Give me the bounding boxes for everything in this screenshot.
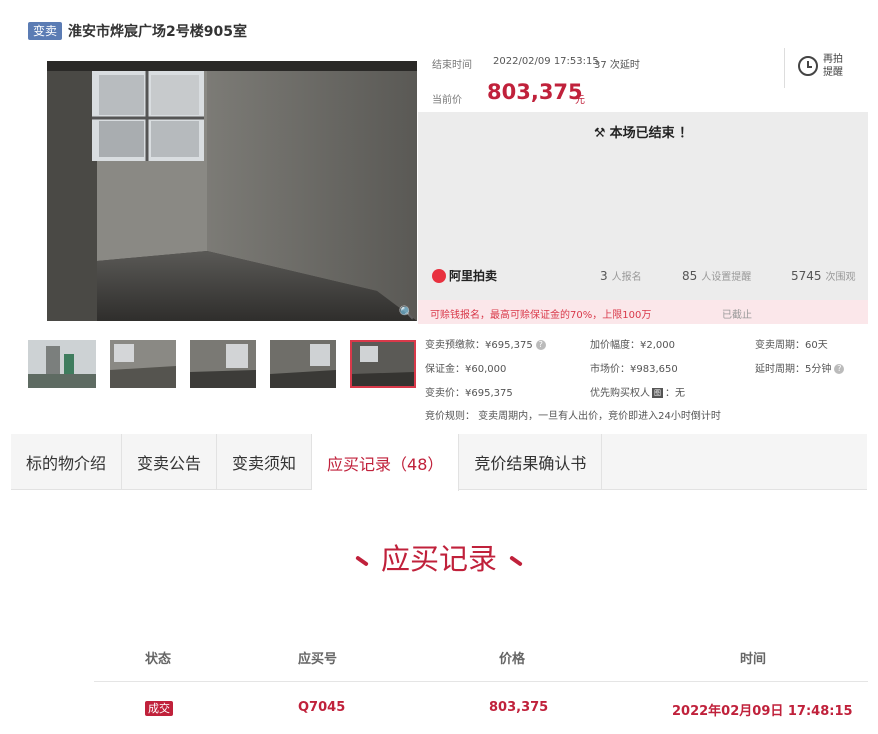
reminder-count-label: 人设置提醒 <box>701 272 752 283</box>
ali-auction-logo: 阿里拍卖 <box>432 267 497 284</box>
pledge-text[interactable]: 可赊钱报名，最高可赊保证金的70%，上限100万 <box>430 306 651 321</box>
tab-item-intro[interactable]: 标的物介绍 <box>11 434 123 490</box>
thumbnail-strip <box>28 340 416 388</box>
thumbnail-2[interactable] <box>110 340 176 388</box>
delay-period: 延时周期：5分钟? <box>755 360 845 375</box>
records-title: 应买记录 <box>380 542 497 576</box>
gavel-icon: ⚒ <box>593 126 606 141</box>
deposit: 保证金：¥60,000 <box>425 364 507 375</box>
pledge-banner: 可赊钱报名，最高可赊保证金的70%，上限100万 已截止 <box>418 300 868 324</box>
priority-buyer-label: 优先购买权人 <box>590 388 650 399</box>
detail-tabs: 标的物介绍 变卖公告 变卖须知 应买记录（48） 竞价结果确认书 <box>11 434 867 491</box>
auction-ended-text: ⚒ 本场已结束 ！ <box>418 122 868 141</box>
remind-label: 再拍提醒 <box>823 54 843 78</box>
bid-increment: 加价幅度：¥2,000 <box>590 340 675 351</box>
thumbnail-1[interactable] <box>28 340 96 388</box>
end-time-label: 结束时间 <box>432 60 472 71</box>
delay-period-text: 延时周期：5分钟 <box>755 364 832 375</box>
ali-logo-icon <box>432 268 446 283</box>
main-photo[interactable] <box>47 61 417 321</box>
record-time: 2022年02月09日 17:48:15 <box>672 704 853 719</box>
market-price: 市场价：¥983,650 <box>590 364 678 375</box>
stats-row: 阿里拍卖 3 人报名 85 人设置提醒 5745 次围观 <box>418 248 868 300</box>
priority-buyer: 优先购买权人图：无 <box>590 384 685 399</box>
current-price-label: 当前价 <box>432 95 462 106</box>
ali-logo-text: 阿里拍卖 <box>449 269 498 283</box>
prepay-amount-text: 变卖预缴款：¥695,375 <box>425 340 533 351</box>
table-divider <box>94 681 868 682</box>
current-price: 803,375 <box>487 80 583 104</box>
decoration-left <box>355 555 369 567</box>
page-title: 淮安市烨宸广场2号楼905室 <box>68 24 247 40</box>
view-count: 5745 次围观 <box>791 268 856 283</box>
header-number: 应买号 <box>298 652 338 667</box>
tab-bid-records[interactable]: 应买记录（48） <box>312 434 460 491</box>
view-count-label: 次围观 <box>825 272 856 283</box>
thumbnail-5[interactable] <box>350 340 416 388</box>
delay-count-value: 37 <box>594 60 607 71</box>
header-time: 时间 <box>740 652 767 667</box>
auction-status-box: ⚒ 本场已结束 ！ <box>418 112 868 248</box>
prepay-amount: 变卖预缴款：¥695,375? <box>425 336 546 351</box>
alarm-clock-icon <box>798 56 818 76</box>
thumbnail-3[interactable] <box>190 340 256 388</box>
decoration-right <box>509 555 523 567</box>
priority-buyer-value: ：无 <box>665 388 685 399</box>
sale-type-tag: 变卖 <box>28 22 63 40</box>
signup-count-value: 3 <box>600 269 608 283</box>
record-price: 803,375 <box>489 700 549 715</box>
auction-page: 变卖 淮安市烨宸广场2号楼905室 🔍 结束时间 2022/02/09 17:5… <box>0 0 878 734</box>
remind-button[interactable]: 再拍提醒 <box>798 53 847 79</box>
thumbnail-4[interactable] <box>270 340 336 388</box>
title-bar: 变卖 淮安市烨宸广场2号楼905室 <box>28 20 247 42</box>
help-icon[interactable]: ? <box>535 340 546 350</box>
reminder-count: 85 人设置提醒 <box>682 268 751 283</box>
header-price: 价格 <box>499 652 526 667</box>
help-icon[interactable]: ? <box>834 364 845 374</box>
delay-count-label: 次延时 <box>609 60 640 71</box>
end-time-value: 2022/02/09 17:53:15 <box>493 56 599 67</box>
signup-count: 3 人报名 <box>600 268 642 283</box>
reminder-count-value: 85 <box>682 269 698 283</box>
bidding-rules: 竞价规则： 变卖周期内，一旦有人出价，竞价即进入24小时倒计时 <box>425 411 721 422</box>
pledge-status: 已截止 <box>722 310 752 321</box>
sale-price: 变卖价：¥695,375 <box>425 388 513 399</box>
sale-period: 变卖周期：60天 <box>755 340 828 351</box>
records-section-title: 应买记录 <box>0 536 878 578</box>
delay-count: 37 次延时 <box>594 56 640 71</box>
priority-icon[interactable]: 图 <box>652 388 663 398</box>
signup-count-label: 人报名 <box>611 272 642 283</box>
tab-sale-notice[interactable]: 变卖公告 <box>122 434 218 490</box>
auction-ended-label: 本场已结束 ！ <box>609 126 693 141</box>
record-number: Q7045 <box>298 700 346 715</box>
divider <box>784 48 785 88</box>
tab-sale-terms[interactable]: 变卖须知 <box>217 434 313 490</box>
currency-unit: 元 <box>575 95 585 106</box>
header-status: 状态 <box>145 652 172 667</box>
view-count-value: 5745 <box>791 269 822 283</box>
zoom-icon[interactable]: 🔍 <box>398 304 416 322</box>
tab-result-confirmation[interactable]: 竞价结果确认书 <box>459 434 603 490</box>
status-badge: 成交 <box>145 701 173 716</box>
